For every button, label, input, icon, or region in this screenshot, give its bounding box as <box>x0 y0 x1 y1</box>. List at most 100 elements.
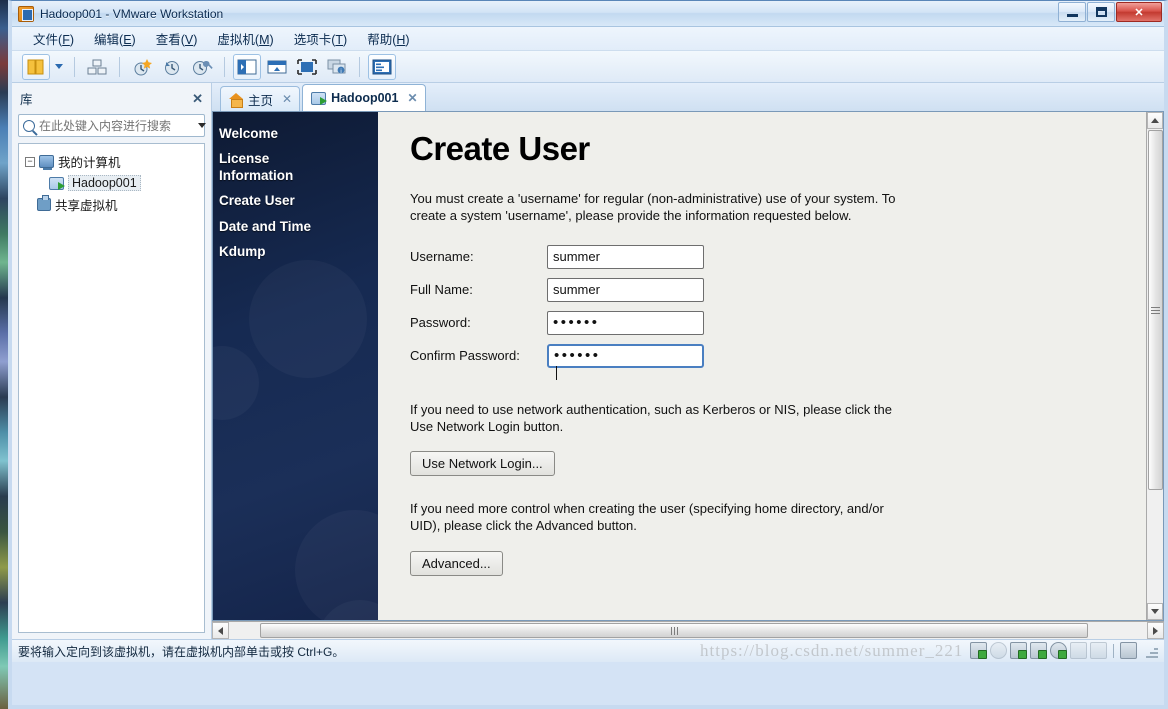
window-controls: ✕ <box>1058 2 1162 22</box>
status-separator <box>1113 643 1114 658</box>
toolbar-separator <box>224 56 225 77</box>
snapshot-manager-icon[interactable] <box>188 54 216 80</box>
hard-disk-icon[interactable] <box>970 642 987 659</box>
tab-label: Hadoop001 <box>331 91 399 105</box>
tree-item-hadoop001[interactable]: Hadoop001 <box>23 173 200 193</box>
use-network-login-button[interactable]: Use Network Login... <box>410 451 555 477</box>
show-library-pane-icon[interactable] <box>368 53 396 80</box>
nav-step-welcome[interactable]: Welcome <box>219 126 378 142</box>
vmware-icon <box>18 5 34 22</box>
scrollbar-grip-icon <box>670 626 678 635</box>
status-bar: 要将输入定向到该虚拟机，请在虚拟机内部单击或按 Ctrl+G。 https://… <box>12 639 1164 662</box>
library-tree: − 我的计算机 Hadoop001 共享虚拟机 <box>18 143 205 633</box>
toolbar: i <box>12 51 1164 83</box>
form-row-confirm-password: Confirm Password: •••••• <box>410 343 1122 380</box>
vertical-scrollbar-thumb[interactable] <box>1148 130 1163 490</box>
tab-close-icon[interactable]: ✕ <box>407 91 417 105</box>
message-log-icon[interactable] <box>1120 642 1137 659</box>
tree-item-shared-vms[interactable]: 共享虚拟机 <box>23 193 200 216</box>
vertical-scrollbar[interactable] <box>1146 112 1163 620</box>
confirm-password-masked-value: •••••• <box>554 347 601 365</box>
advanced-paragraph: If you need more control when creating t… <box>410 501 884 534</box>
nav-step-create-user[interactable]: Create User <box>219 193 378 209</box>
scroll-left-arrow-icon[interactable] <box>212 622 229 639</box>
scroll-up-arrow-icon[interactable] <box>1147 112 1163 129</box>
computer-icon <box>39 155 54 170</box>
search-dropdown-caret-icon[interactable] <box>198 123 206 128</box>
create-user-form: Username: Full Name: Password: •••••• <box>410 244 1122 380</box>
library-panel: 库 ✕ − 我的计算机 Hadoop001 <box>12 83 212 639</box>
show-console-view-icon[interactable] <box>233 53 261 80</box>
advanced-button[interactable]: Advanced... <box>410 550 503 576</box>
device-status-icons <box>970 642 1158 659</box>
menu-file[interactable]: 文件(F) <box>24 26 83 51</box>
username-label: Username: <box>410 249 474 265</box>
nav-step-kdump[interactable]: Kdump <box>219 244 378 260</box>
horizontal-scrollbar[interactable] <box>212 621 1164 639</box>
printer-icon[interactable] <box>1030 642 1047 659</box>
shared-vms-icon <box>37 195 51 211</box>
tab-close-icon[interactable]: ✕ <box>282 92 292 106</box>
form-row-username: Username: <box>410 244 1122 269</box>
search-input[interactable] <box>39 118 194 133</box>
toolbar-separator <box>359 56 360 77</box>
password-input[interactable]: •••••• <box>547 310 704 335</box>
horizontal-scrollbar-thumb[interactable] <box>260 623 1088 638</box>
revert-snapshot-icon[interactable] <box>158 54 186 80</box>
password-label: Password: <box>410 315 471 331</box>
scroll-right-arrow-icon[interactable] <box>1147 622 1164 639</box>
username-input[interactable] <box>547 244 704 269</box>
network-adapter-icon[interactable] <box>1010 642 1027 659</box>
vm-console[interactable]: Welcome License Information Create User … <box>212 111 1164 621</box>
installer-nav: Welcome License Information Create User … <box>213 112 378 261</box>
status-message: 要将输入定向到该虚拟机，请在虚拟机内部单击或按 Ctrl+G。 <box>18 644 345 659</box>
menu-help[interactable]: 帮助(H) <box>358 26 418 51</box>
scroll-down-arrow-icon[interactable] <box>1147 603 1163 620</box>
minimize-button[interactable] <box>1058 2 1086 22</box>
full-name-label: Full Name: <box>410 282 473 298</box>
tree-expander-icon[interactable]: − <box>25 156 35 167</box>
tab-hadoop001[interactable]: Hadoop001 ✕ <box>302 84 426 111</box>
anaconda-installer: Welcome License Information Create User … <box>213 112 1163 620</box>
library-close-icon[interactable]: ✕ <box>192 91 203 107</box>
library-header: 库 ✕ <box>18 87 205 114</box>
virtual-machine-icon <box>311 91 328 105</box>
manage-snapshots-icon[interactable] <box>83 54 111 80</box>
nav-step-license-information[interactable]: License Information <box>219 151 339 184</box>
menu-tabs[interactable]: 选项卡(T) <box>285 26 357 51</box>
page-title: Create User <box>410 130 590 167</box>
watermark-text: https://blog.csdn.net/summer_221 <box>700 641 964 660</box>
minimize-icon <box>1066 13 1078 17</box>
restore-button[interactable] <box>1087 2 1115 22</box>
resize-grip-icon[interactable] <box>1144 644 1158 658</box>
cd-dvd-icon[interactable] <box>990 642 1007 659</box>
full-name-input[interactable] <box>547 277 704 302</box>
show-thumbnail-bar-icon[interactable] <box>263 54 291 80</box>
take-snapshot-icon[interactable] <box>128 54 156 80</box>
restore-icon <box>1095 7 1107 17</box>
scrollbar-grip-icon <box>1151 305 1160 316</box>
toolbar-separator <box>74 56 75 77</box>
confirm-password-input[interactable]: •••••• <box>547 343 704 380</box>
close-button[interactable]: ✕ <box>1116 2 1162 22</box>
menu-view[interactable]: 查看(V) <box>147 26 207 51</box>
menu-edit[interactable]: 编辑(E) <box>85 26 145 51</box>
svg-text:i: i <box>340 69 341 75</box>
usb-controller-icon[interactable] <box>1050 642 1067 659</box>
camera-icon[interactable] <box>1090 642 1107 659</box>
nav-step-date-and-time[interactable]: Date and Time <box>219 219 378 235</box>
decorative-bubble <box>213 346 259 420</box>
show-hide-library-icon[interactable] <box>22 53 50 80</box>
window-title: Hadoop001 - VMware Workstation <box>40 6 224 21</box>
toolbar-dropdown-caret[interactable] <box>52 54 66 80</box>
library-search-box[interactable] <box>18 114 205 137</box>
form-row-fullname: Full Name: <box>410 277 1122 302</box>
menu-vm[interactable]: 虚拟机(M) <box>208 26 282 51</box>
title-bar: Hadoop001 - VMware Workstation ✕ <box>12 1 1164 27</box>
keyboard-icon[interactable] <box>1070 642 1087 659</box>
unity-mode-icon[interactable]: i <box>323 54 351 80</box>
tab-home[interactable]: 主页 ✕ <box>220 86 301 111</box>
enter-fullscreen-icon[interactable] <box>293 54 321 80</box>
tree-item-my-computer[interactable]: − 我的计算机 <box>23 150 200 173</box>
tab-label: 主页 <box>248 93 274 108</box>
